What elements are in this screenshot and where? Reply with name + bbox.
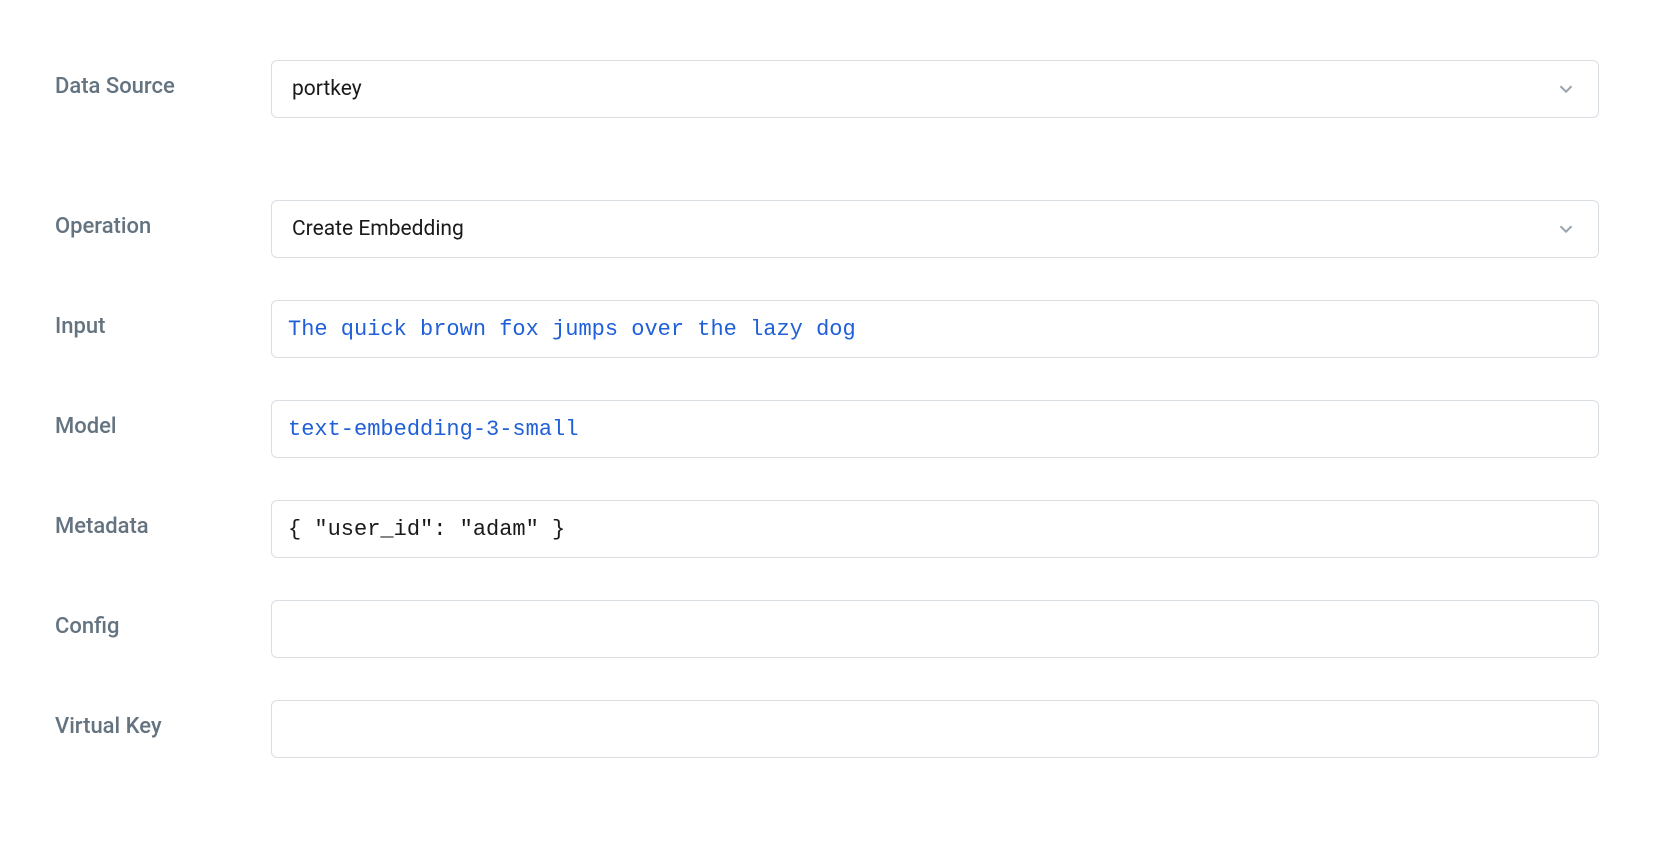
label-operation: Operation bbox=[55, 200, 271, 239]
field-wrap-metadata bbox=[271, 500, 1599, 558]
field-wrap-config bbox=[271, 600, 1599, 658]
label-data-source: Data Source bbox=[55, 60, 271, 99]
label-model: Model bbox=[55, 400, 271, 439]
row-model: Model bbox=[55, 400, 1599, 458]
input-field[interactable] bbox=[271, 300, 1599, 358]
label-virtual-key: Virtual Key bbox=[55, 700, 271, 739]
label-config: Config bbox=[55, 600, 271, 639]
row-virtual-key: Virtual Key bbox=[55, 700, 1599, 758]
row-data-source: Data Source portkey bbox=[55, 60, 1599, 118]
label-input: Input bbox=[55, 300, 271, 339]
label-metadata: Metadata bbox=[55, 500, 271, 539]
row-config: Config bbox=[55, 600, 1599, 658]
field-wrap-model bbox=[271, 400, 1599, 458]
config-field[interactable] bbox=[271, 600, 1599, 658]
model-field[interactable] bbox=[271, 400, 1599, 458]
field-wrap-data-source: portkey bbox=[271, 60, 1599, 118]
field-wrap-operation: Create Embedding bbox=[271, 200, 1599, 258]
row-metadata: Metadata bbox=[55, 500, 1599, 558]
operation-select[interactable]: Create Embedding bbox=[271, 200, 1599, 258]
chevron-down-icon bbox=[1554, 217, 1578, 241]
data-source-select[interactable]: portkey bbox=[271, 60, 1599, 118]
field-wrap-input bbox=[271, 300, 1599, 358]
chevron-down-icon bbox=[1554, 77, 1578, 101]
row-input: Input bbox=[55, 300, 1599, 358]
field-wrap-virtual-key bbox=[271, 700, 1599, 758]
row-operation: Operation Create Embedding bbox=[55, 200, 1599, 258]
operation-value: Create Embedding bbox=[292, 217, 1554, 241]
virtual-key-field[interactable] bbox=[271, 700, 1599, 758]
metadata-field[interactable] bbox=[271, 500, 1599, 558]
data-source-value: portkey bbox=[292, 77, 1554, 101]
